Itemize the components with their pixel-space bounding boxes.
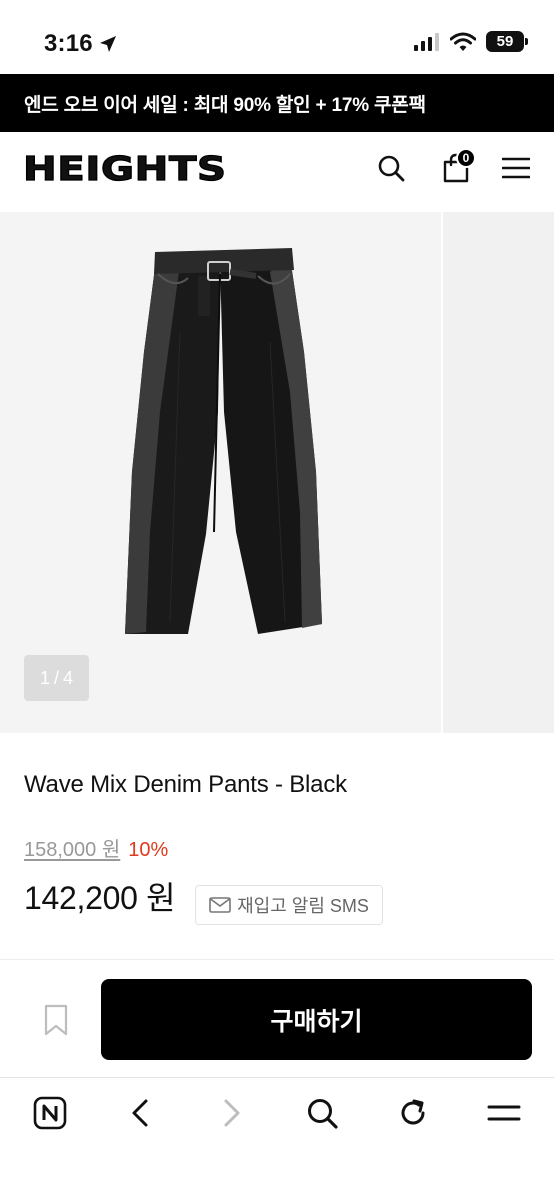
- pager-current: 1: [39, 667, 50, 688]
- status-time: 3:16: [44, 30, 93, 57]
- pager-separator: /: [53, 667, 59, 688]
- restock-sms-button[interactable]: 재입고 알림 SMS: [195, 885, 383, 925]
- wifi-icon: [450, 32, 476, 51]
- buy-button-label: 구매하기: [270, 1007, 363, 1036]
- back-button[interactable]: [120, 1093, 160, 1133]
- back-arrow-icon: [132, 1099, 148, 1127]
- menu-button[interactable]: [498, 150, 534, 186]
- status-bar: 3:16 59: [0, 0, 554, 74]
- wishlist-button[interactable]: [40, 1002, 72, 1038]
- forward-arrow-icon: [224, 1099, 240, 1127]
- restock-sms-label: 재입고 알림 SMS: [237, 896, 369, 916]
- cart-count-badge: 0: [456, 148, 476, 168]
- status-time-group: 3:16: [44, 30, 117, 58]
- menu-icon: [502, 157, 530, 179]
- product-gallery[interactable]: 1 / 4: [0, 212, 554, 733]
- promo-banner[interactable]: 엔드 오브 이어 세일 : 최대 90% 할인 + 17% 쿠폰팩: [0, 74, 554, 132]
- naver-logo-icon: [33, 1096, 67, 1130]
- browser-toolbar: [0, 1078, 554, 1200]
- pager-total: 4: [63, 667, 74, 688]
- bookmark-icon: [44, 1004, 68, 1036]
- original-price: 158,000 원: [24, 839, 121, 861]
- brand-logo[interactable]: HEIGHTS: [22, 151, 226, 185]
- reload-button[interactable]: [393, 1093, 433, 1133]
- promo-text: 엔드 오브 이어 세일 : 최대 90% 할인 + 17% 쿠폰팩: [24, 94, 426, 116]
- buy-button[interactable]: 구매하기: [101, 979, 532, 1060]
- sale-price: 142,200 원: [24, 880, 176, 916]
- menu-icon: [487, 1105, 521, 1121]
- reload-icon: [401, 1099, 425, 1125]
- search-button[interactable]: [373, 150, 409, 186]
- battery-level: 59: [496, 33, 514, 50]
- discount-rate: 10%: [128, 839, 169, 861]
- site-header: HEIGHTS 0: [0, 132, 554, 212]
- search-icon: [378, 155, 405, 182]
- mail-icon: [209, 897, 231, 913]
- status-indicators: 59: [414, 31, 528, 52]
- next-product-image[interactable]: [443, 212, 554, 733]
- section-divider: [0, 959, 554, 960]
- forward-button[interactable]: [212, 1093, 252, 1133]
- browser-search-button[interactable]: [302, 1093, 342, 1133]
- price-original-row: 158,000 원 10%: [24, 833, 168, 862]
- cart-button[interactable]: 0: [438, 148, 476, 186]
- gallery-pager: 1 / 4: [24, 655, 89, 701]
- battery-indicator: 59: [486, 31, 528, 52]
- location-arrow-icon: [99, 36, 116, 52]
- browser-menu-button[interactable]: [484, 1093, 524, 1133]
- naver-home-button[interactable]: [30, 1093, 70, 1133]
- product-title: Wave Mix Denim Pants - Black: [24, 771, 347, 798]
- search-icon: [308, 1099, 338, 1129]
- signal-icon: [414, 32, 439, 51]
